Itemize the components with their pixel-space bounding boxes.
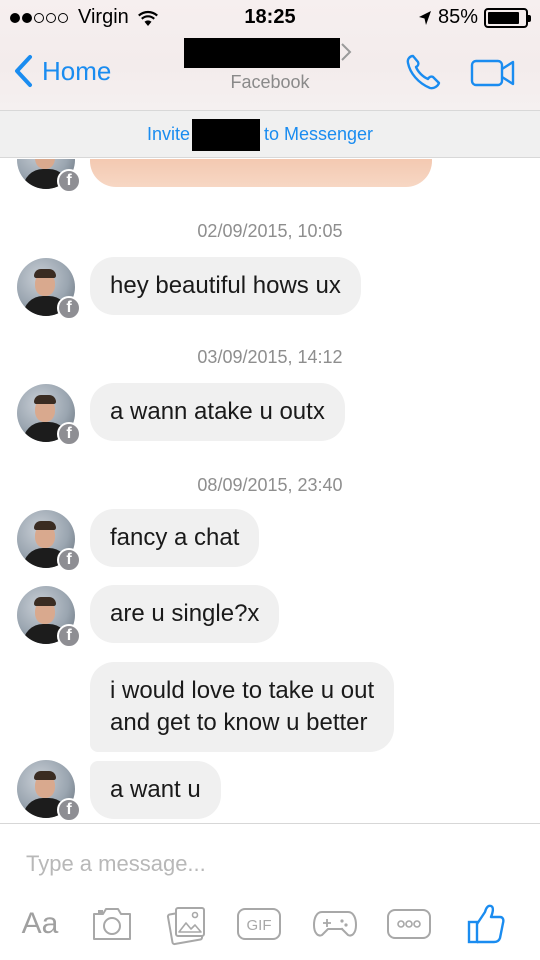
- battery-icon: [484, 7, 531, 28]
- phone-icon[interactable]: [404, 52, 444, 92]
- avatar[interactable]: f: [17, 510, 81, 572]
- carrier-name: Virgin: [78, 6, 129, 28]
- facebook-badge-icon: f: [57, 624, 81, 648]
- message-line: and get to know u better: [110, 709, 368, 736]
- timestamp: 08/09/2015, 23:40: [197, 475, 343, 495]
- message-list[interactable]: f 02/09/2015, 10:05 f hey beautiful hows…: [0, 159, 540, 823]
- avatar[interactable]: f: [17, 159, 81, 193]
- chevron-right-icon: [341, 43, 352, 61]
- composer-toolbar: Aa GIF: [0, 896, 540, 952]
- battery-percentage: 85%: [437, 6, 478, 28]
- photo-gallery-icon[interactable]: [164, 902, 210, 946]
- timestamp: 03/09/2015, 14:12: [197, 347, 343, 367]
- invite-prefix: Invite: [147, 124, 191, 144]
- conversation-header: Home Facebook: [0, 36, 540, 110]
- avatar[interactable]: f: [17, 384, 81, 446]
- avatar[interactable]: f: [17, 586, 81, 648]
- facebook-badge-icon: f: [57, 798, 81, 822]
- shared-photo[interactable]: [90, 159, 432, 187]
- facebook-badge-icon: f: [57, 422, 81, 446]
- invite-name-redacted: [192, 119, 260, 151]
- thumbs-up-icon[interactable]: [466, 902, 506, 946]
- avatar[interactable]: f: [17, 760, 81, 822]
- gif-button[interactable]: GIF: [236, 902, 282, 946]
- facebook-badge-icon: f: [57, 169, 81, 193]
- message-input[interactable]: [26, 848, 506, 880]
- message-bubble[interactable]: hey beautiful hows ux: [90, 257, 361, 315]
- message-bubble[interactable]: a wann atake u outx: [90, 383, 345, 441]
- text-format-button[interactable]: Aa: [16, 902, 64, 946]
- message-bubble[interactable]: fancy a chat: [90, 509, 260, 567]
- facebook-badge-icon: f: [57, 296, 81, 320]
- facebook-badge-icon: f: [57, 548, 81, 572]
- wifi-icon: [137, 10, 158, 26]
- message-bubble[interactable]: a want u: [90, 761, 221, 819]
- invite-suffix: to Messenger: [264, 124, 374, 144]
- contact-subtitle: Facebook: [230, 72, 310, 92]
- video-camera-icon[interactable]: [470, 58, 516, 88]
- timestamp: 02/09/2015, 10:05: [197, 221, 343, 241]
- message-composer: Aa GIF: [0, 823, 540, 960]
- camera-icon[interactable]: [90, 902, 134, 946]
- invite-to-messenger-banner[interactable]: Invite to Messenger: [0, 110, 540, 158]
- svg-text:GIF: GIF: [247, 917, 272, 934]
- game-controller-icon[interactable]: [312, 902, 358, 946]
- gif-icon: GIF: [237, 908, 281, 940]
- status-bar: Virgin 18:25 85%: [0, 0, 540, 36]
- location-arrow-icon: [418, 10, 431, 25]
- message-line: i would love to take u out: [110, 677, 375, 704]
- contact-name-redacted[interactable]: [184, 38, 340, 68]
- message-bubble-multiline[interactable]: i would love to take u out and get to kn…: [90, 662, 395, 752]
- message-bubble[interactable]: are u single?x: [90, 585, 280, 643]
- more-icon[interactable]: [386, 902, 432, 946]
- signal-strength-icon: [10, 12, 68, 23]
- avatar[interactable]: f: [17, 258, 81, 320]
